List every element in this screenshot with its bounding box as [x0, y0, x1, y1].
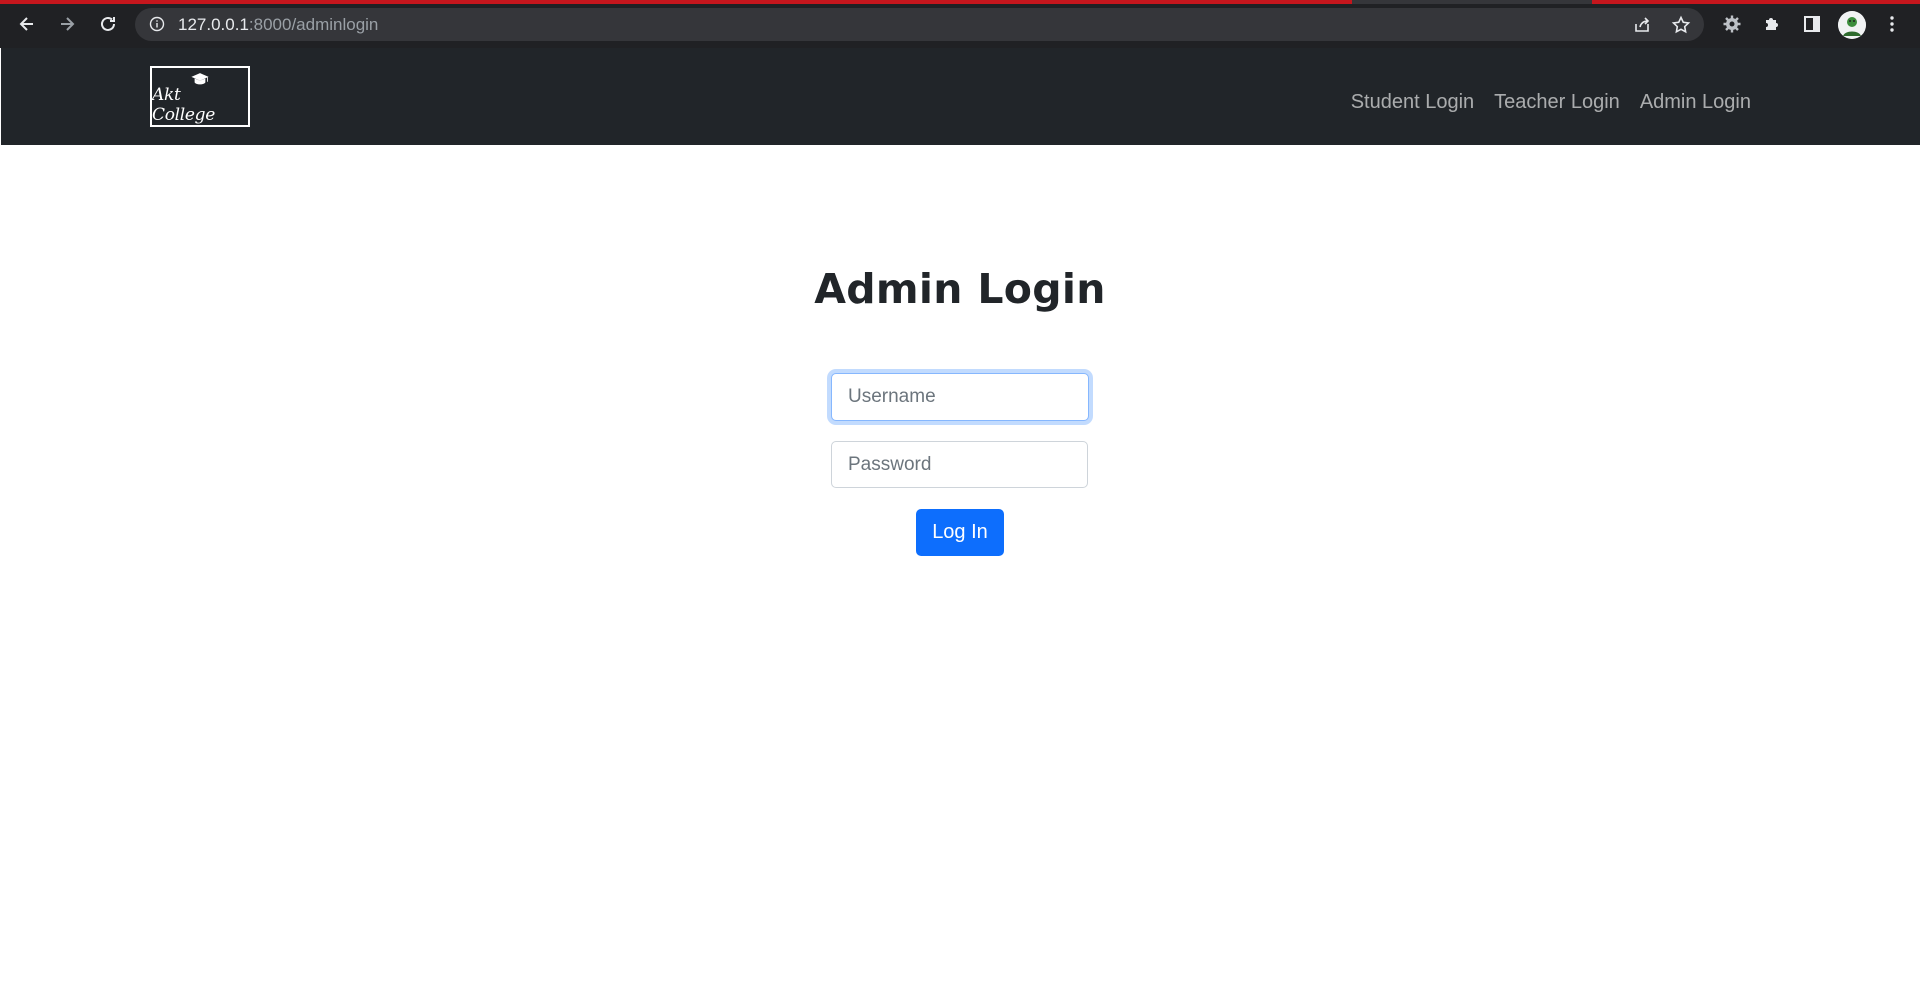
side-panel-icon[interactable]	[1798, 10, 1826, 38]
loading-progress-track	[0, 0, 1920, 4]
share-icon[interactable]	[1631, 14, 1653, 36]
nav-link-admin-login[interactable]: Admin Login	[1630, 91, 1761, 114]
page-title: Admin Login	[814, 265, 1106, 313]
login-button[interactable]: Log In	[916, 509, 1004, 556]
url-text[interactable]: 127.0.0.1:8000/adminlogin	[178, 15, 378, 35]
password-field[interactable]	[831, 441, 1088, 488]
forward-arrow-icon[interactable]	[53, 10, 81, 38]
extension-gear-icon[interactable]	[1718, 10, 1746, 38]
nav-link-student-login[interactable]: Student Login	[1341, 91, 1484, 114]
puzzle-icon[interactable]	[1758, 10, 1786, 38]
brand-logo[interactable]: Akt College	[150, 66, 250, 127]
url-path: :8000/adminlogin	[248, 15, 379, 34]
brand-text: Akt College	[152, 85, 216, 125]
browser-toolbar: 127.0.0.1:8000/adminlogin	[0, 0, 1920, 48]
back-arrow-icon[interactable]	[13, 10, 41, 38]
address-bar[interactable]: 127.0.0.1:8000/adminlogin	[135, 8, 1704, 41]
nav-link-teacher-login[interactable]: Teacher Login	[1484, 91, 1630, 114]
star-icon[interactable]	[1670, 14, 1692, 36]
username-field[interactable]	[831, 373, 1089, 421]
graduation-cap-icon	[191, 73, 209, 85]
avatar[interactable]	[1838, 11, 1866, 39]
nav-links: Student Login Teacher Login Admin Login	[1341, 91, 1761, 114]
info-icon[interactable]	[149, 16, 165, 32]
url-host: 127.0.0.1	[178, 15, 249, 34]
reload-icon[interactable]	[94, 10, 122, 38]
kebab-menu-icon[interactable]	[1878, 10, 1906, 38]
loading-progress-bar-segment	[1592, 0, 1920, 4]
loading-progress-bar	[0, 0, 1352, 4]
